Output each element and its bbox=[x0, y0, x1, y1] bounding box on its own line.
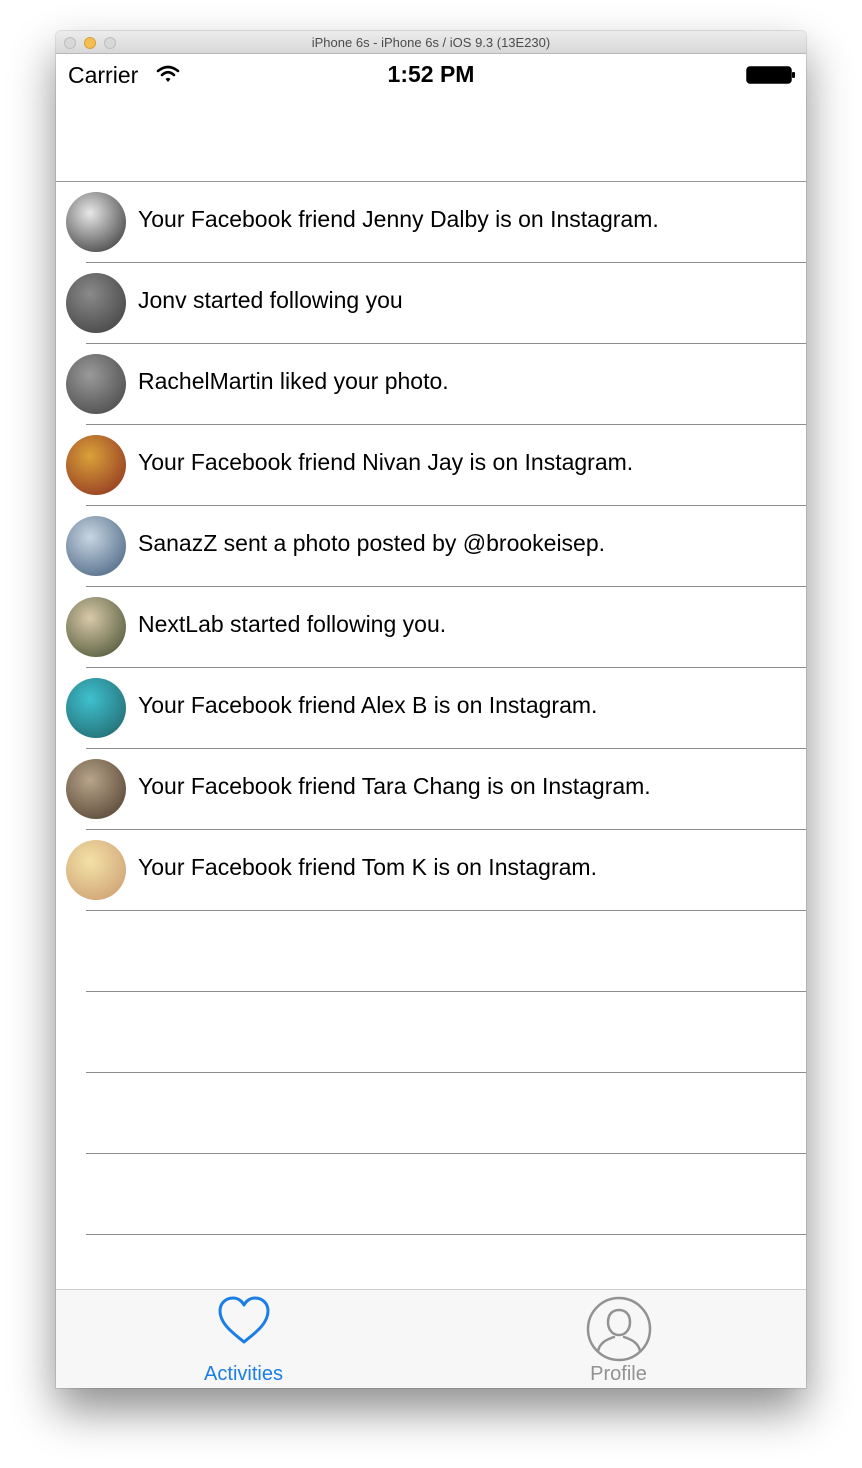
activity-row[interactable]: Your Facebook friend Jenny Dalby is on I… bbox=[56, 182, 806, 263]
activity-row[interactable]: Jonv started following you bbox=[56, 263, 806, 344]
avatar bbox=[66, 840, 126, 900]
avatar bbox=[66, 192, 126, 252]
activity-text: Your Facebook friend Alex B is on Instag… bbox=[138, 692, 598, 718]
empty-table-row bbox=[56, 1073, 806, 1154]
avatar bbox=[66, 759, 126, 819]
activity-text: Your Facebook friend Nivan Jay is on Ins… bbox=[138, 449, 634, 475]
tab-bar: Activities Profile bbox=[56, 1289, 806, 1388]
activity-row[interactable]: Your Facebook friend Nivan Jay is on Ins… bbox=[56, 425, 806, 506]
activity-row[interactable]: SanazZ sent a photo posted by @brookeise… bbox=[56, 506, 806, 587]
profile-icon bbox=[586, 1296, 651, 1362]
tab-activities[interactable]: Activities bbox=[56, 1290, 431, 1388]
window-titlebar[interactable]: iPhone 6s - iPhone 6s / iOS 9.3 (13E230) bbox=[56, 31, 806, 54]
tab-profile[interactable]: Profile bbox=[431, 1290, 806, 1388]
tab-profile-label: Profile bbox=[590, 1363, 647, 1385]
empty-table-row bbox=[56, 1235, 806, 1289]
activity-row[interactable]: Your Facebook friend Alex B is on Instag… bbox=[56, 668, 806, 749]
heart-icon-path bbox=[218, 1296, 269, 1344]
activity-text: RachelMartin liked your photo. bbox=[138, 368, 449, 394]
empty-table-row bbox=[56, 1154, 806, 1235]
activity-row[interactable]: Your Facebook friend Tom K is on Instagr… bbox=[56, 830, 806, 911]
avatar bbox=[66, 354, 126, 414]
activity-list[interactable]: Your Facebook friend Jenny Dalby is on I… bbox=[56, 182, 806, 1289]
navigation-bar bbox=[56, 94, 806, 182]
heart-icon bbox=[218, 1296, 269, 1344]
empty-table-row bbox=[56, 911, 806, 992]
avatar bbox=[66, 597, 126, 657]
activity-text: Your Facebook friend Jenny Dalby is on I… bbox=[138, 206, 659, 232]
battery-icon bbox=[746, 66, 795, 84]
activity-text: SanazZ sent a photo posted by @brookeise… bbox=[138, 530, 606, 556]
tab-activities-label: Activities bbox=[204, 1363, 283, 1385]
simulator-window: iPhone 6s - iPhone 6s / iOS 9.3 (13E230)… bbox=[56, 31, 806, 1388]
activity-row[interactable]: Your Facebook friend Tara Chang is on In… bbox=[56, 749, 806, 830]
empty-table-row bbox=[56, 992, 806, 1073]
activity-row[interactable]: RachelMartin liked your photo. bbox=[56, 344, 806, 425]
activity-text: NextLab started following you. bbox=[138, 611, 447, 637]
window-title: iPhone 6s - iPhone 6s / iOS 9.3 (13E230) bbox=[311, 35, 551, 50]
avatar bbox=[66, 273, 126, 333]
activity-text: Your Facebook friend Tom K is on Instagr… bbox=[138, 854, 597, 880]
avatar bbox=[66, 516, 126, 576]
activity-text: Jonv started following you bbox=[138, 287, 403, 313]
status-time: 1:52 PM bbox=[387, 61, 475, 87]
avatar bbox=[66, 435, 126, 495]
avatar bbox=[66, 678, 126, 738]
activity-text: Your Facebook friend Tara Chang is on In… bbox=[138, 773, 651, 799]
activity-row[interactable]: NextLab started following you. bbox=[56, 587, 806, 668]
status-bar: Carrier 1:52 PM bbox=[56, 54, 806, 94]
